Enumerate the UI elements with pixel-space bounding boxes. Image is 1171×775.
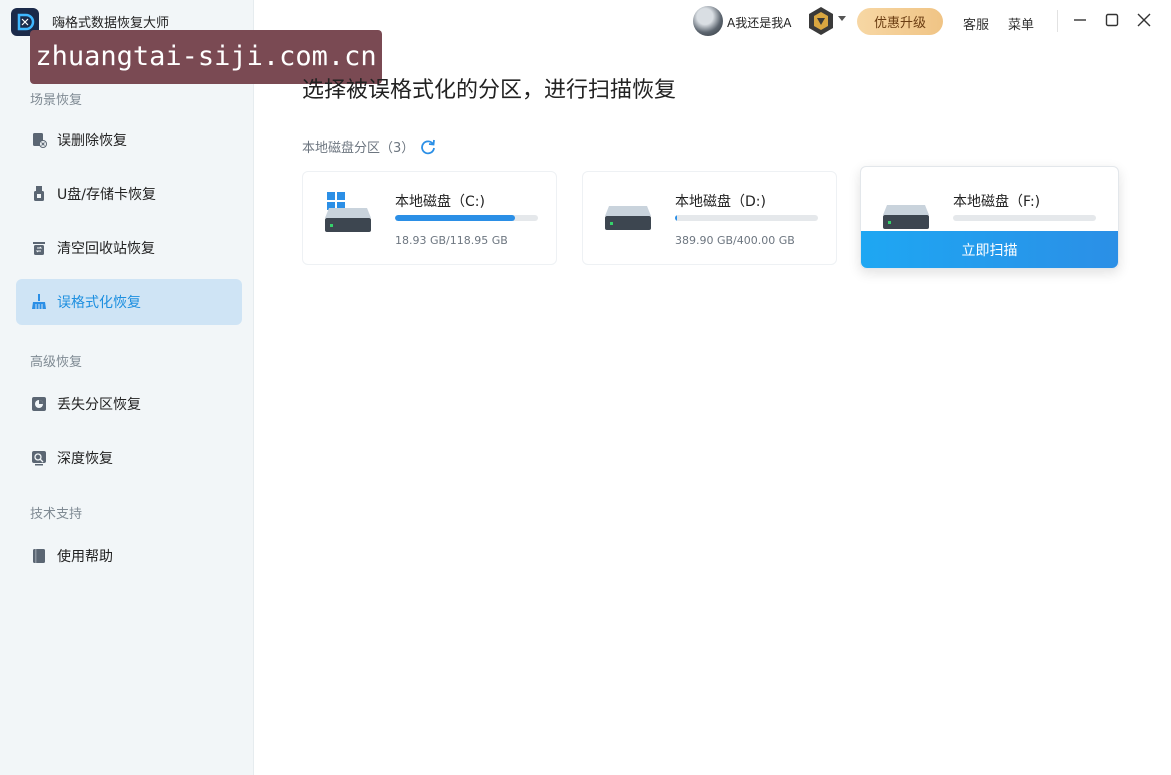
sidebar-item-format[interactable]: 误格式化恢复 bbox=[16, 279, 242, 325]
service-link[interactable]: 客服 bbox=[963, 14, 989, 33]
disk-size: 18.93 GB/118.95 GB bbox=[395, 234, 508, 247]
app-title: 嗨格式数据恢复大师 bbox=[52, 16, 170, 31]
sidebar-item-label: 使用帮助 bbox=[57, 549, 113, 565]
section-label-support: 技术支持 bbox=[30, 507, 83, 522]
sidebar: 嗨格式数据恢复大师 场景恢复 误删除恢复 U盘/存储卡恢复 清空回收站恢复 误格… bbox=[0, 0, 254, 775]
usb-drive-icon bbox=[31, 186, 47, 202]
hard-drive-icon bbox=[325, 208, 371, 232]
upgrade-button[interactable]: 优惠升级 bbox=[857, 8, 943, 35]
username[interactable]: A我还是我A bbox=[727, 14, 791, 31]
file-delete-icon bbox=[31, 132, 47, 148]
partition-icon bbox=[31, 396, 47, 412]
sidebar-item-label: 深度恢复 bbox=[57, 451, 113, 467]
disk-list-header: 本地磁盘分区（3） bbox=[302, 137, 436, 156]
sidebar-item-deleted[interactable]: 误删除恢复 bbox=[16, 117, 242, 163]
deep-scan-icon bbox=[31, 450, 47, 466]
sidebar-item-partition[interactable]: 丢失分区恢复 bbox=[16, 381, 242, 427]
sidebar-item-recycle[interactable]: 清空回收站恢复 bbox=[16, 225, 242, 271]
sidebar-item-label: 误删除恢复 bbox=[57, 133, 127, 149]
disk-card-d[interactable]: 本地磁盘（D:) 389.90 GB/400.00 GB bbox=[582, 171, 837, 265]
broom-icon bbox=[31, 294, 47, 310]
scan-now-button[interactable]: 立即扫描 bbox=[861, 231, 1118, 268]
vip-badge-icon[interactable] bbox=[807, 6, 835, 36]
close-icon[interactable] bbox=[1134, 10, 1154, 30]
sidebar-item-usb[interactable]: U盘/存储卡恢复 bbox=[16, 171, 242, 217]
disk-name: 本地磁盘（F:) bbox=[953, 194, 1041, 210]
disk-usage-bar bbox=[675, 215, 818, 221]
page-title: 选择被误格式化的分区，进行扫描恢复 bbox=[302, 78, 677, 103]
sidebar-item-label: 清空回收站恢复 bbox=[57, 241, 155, 257]
avatar[interactable] bbox=[693, 6, 723, 36]
sidebar-item-deep[interactable]: 深度恢复 bbox=[16, 435, 242, 481]
hard-drive-icon bbox=[883, 205, 929, 229]
disk-count-label: 本地磁盘分区（3） bbox=[302, 141, 415, 156]
section-label-scene: 场景恢复 bbox=[30, 93, 83, 108]
disk-name: 本地磁盘（C:) bbox=[395, 194, 485, 210]
divider bbox=[1057, 10, 1058, 32]
section-label-advanced: 高级恢复 bbox=[30, 355, 83, 370]
disk-name: 本地磁盘（D:) bbox=[675, 194, 766, 210]
sidebar-item-label: 丢失分区恢复 bbox=[57, 397, 141, 413]
sidebar-item-help[interactable]: 使用帮助 bbox=[16, 533, 242, 579]
disk-usage-bar bbox=[953, 215, 1096, 221]
menu-link[interactable]: 菜单 bbox=[1008, 14, 1034, 33]
hard-drive-icon bbox=[605, 206, 651, 230]
maximize-icon[interactable] bbox=[1102, 10, 1122, 30]
disk-usage-bar bbox=[395, 215, 538, 221]
sidebar-item-label: 误格式化恢复 bbox=[57, 295, 141, 311]
disk-usage-fill bbox=[675, 215, 678, 221]
disk-size: 389.90 GB/400.00 GB bbox=[675, 234, 795, 247]
refresh-icon[interactable] bbox=[420, 139, 436, 155]
chevron-down-icon[interactable] bbox=[838, 16, 846, 21]
disk-card-c[interactable]: 本地磁盘（C:) 18.93 GB/118.95 GB bbox=[302, 171, 557, 265]
recycle-bin-icon bbox=[31, 240, 47, 256]
sidebar-item-label: U盘/存储卡恢复 bbox=[57, 187, 156, 203]
disk-card-f[interactable]: 本地磁盘（F:) 立即扫描 bbox=[860, 166, 1119, 269]
disk-usage-fill bbox=[395, 215, 516, 221]
minimize-icon[interactable] bbox=[1070, 10, 1090, 30]
help-book-icon bbox=[31, 548, 47, 564]
